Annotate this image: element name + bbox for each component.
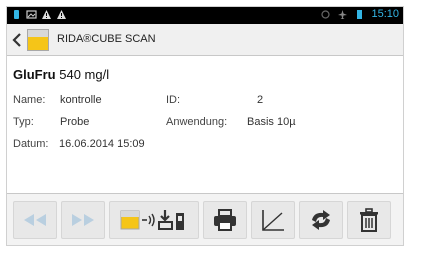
transfer-icon bbox=[120, 210, 184, 230]
transfer-button[interactable] bbox=[109, 201, 199, 239]
id-label: ID: bbox=[166, 94, 181, 106]
image-icon bbox=[26, 10, 37, 19]
id-value: 2 bbox=[257, 94, 264, 106]
warning-icon bbox=[42, 10, 51, 19]
datum-value: 16.06.2014 15:09 bbox=[59, 138, 145, 150]
next-button[interactable] bbox=[61, 201, 105, 239]
anwendung-value: Basis 10µ bbox=[247, 116, 296, 128]
typ-label: Typ: bbox=[13, 116, 34, 128]
name-value: kontrolle bbox=[60, 94, 102, 106]
back-icon[interactable] bbox=[11, 32, 23, 48]
app-window: 15:10 RIDA®CUBE SCAN GluFru 540 mg/l Nam… bbox=[6, 6, 404, 246]
bottom-toolbar bbox=[7, 194, 403, 245]
analyte-name: GluFru bbox=[13, 67, 56, 82]
status-time: 15:10 bbox=[371, 8, 399, 20]
airplane-icon bbox=[338, 9, 348, 19]
app-title: RIDA®CUBE SCAN bbox=[57, 33, 156, 45]
next-icon bbox=[72, 214, 94, 226]
curve-icon bbox=[262, 210, 284, 231]
battery-icon bbox=[357, 9, 363, 19]
curve-button[interactable] bbox=[251, 201, 295, 239]
refresh-icon bbox=[312, 210, 330, 230]
name-label: Name: bbox=[13, 94, 46, 106]
print-icon bbox=[214, 209, 236, 231]
result-details: GluFru 540 mg/l Name: kontrolle ID: 2 Ty… bbox=[7, 56, 403, 193]
typ-value: Probe bbox=[60, 116, 90, 128]
result-title: GluFru 540 mg/l bbox=[13, 67, 109, 82]
previous-icon bbox=[24, 214, 46, 226]
status-bar: 15:10 bbox=[7, 7, 403, 24]
warning-icon bbox=[57, 10, 66, 19]
delete-icon bbox=[360, 208, 378, 232]
print-button[interactable] bbox=[203, 201, 247, 239]
notification-icon bbox=[14, 10, 19, 19]
refresh-button[interactable] bbox=[299, 201, 343, 239]
datum-label: Datum: bbox=[13, 138, 49, 150]
cube-app-icon[interactable] bbox=[27, 29, 49, 51]
anwendung-label: Anwendung: bbox=[166, 116, 228, 128]
delete-button[interactable] bbox=[347, 201, 391, 239]
sync-icon bbox=[321, 9, 331, 19]
action-bar: RIDA®CUBE SCAN bbox=[7, 24, 403, 56]
previous-button[interactable] bbox=[13, 201, 57, 239]
result-value: 540 mg/l bbox=[59, 67, 110, 82]
